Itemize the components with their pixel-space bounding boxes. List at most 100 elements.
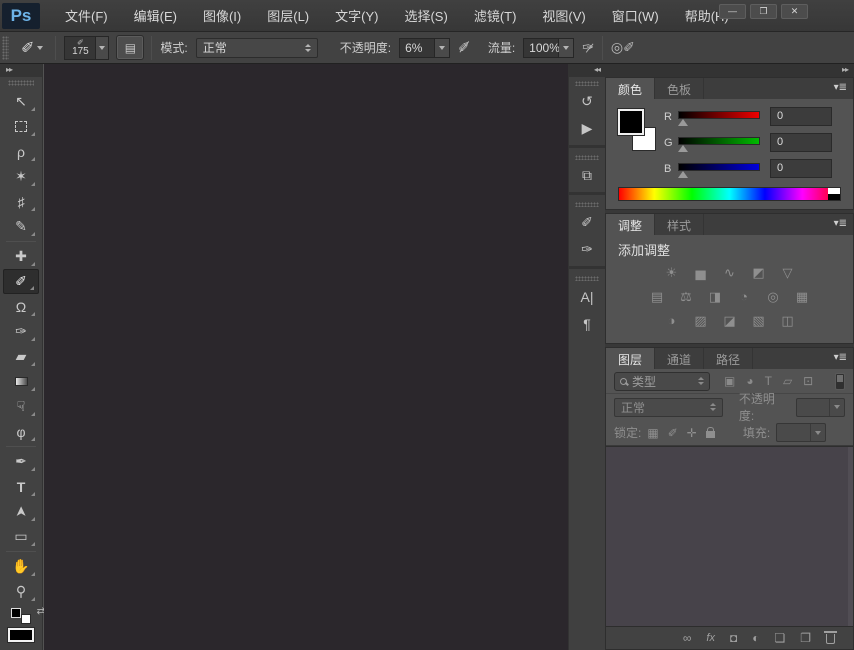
- vibrance-icon[interactable]: ▽: [780, 265, 796, 281]
- slider-thumb[interactable]: [678, 119, 688, 126]
- dodge-tool[interactable]: φ: [3, 419, 39, 444]
- panels-collapse-button[interactable]: ▸▸: [605, 64, 854, 77]
- brush-panel-button[interactable]: ✐: [570, 209, 604, 236]
- slider-thumb[interactable]: [678, 145, 688, 152]
- layer-list-scrollbar[interactable]: [848, 447, 853, 626]
- posterize-icon[interactable]: ▨: [693, 313, 709, 329]
- character-panel-button[interactable]: A|: [570, 283, 604, 310]
- foreground-color-swatch[interactable]: [618, 109, 644, 135]
- toolbox-grip[interactable]: [8, 80, 34, 86]
- layer-opacity-select[interactable]: [796, 398, 845, 417]
- brush-preset-picker[interactable]: ✐ 175: [64, 36, 109, 60]
- move-tool[interactable]: ↖: [3, 89, 39, 114]
- clone-stamp-tool[interactable]: Ω: [3, 294, 39, 319]
- pressure-size-icon[interactable]: ◎✐: [611, 39, 635, 56]
- pen-tool[interactable]: ✒: [3, 449, 39, 474]
- filter-shape-layers-icon[interactable]: ▱: [783, 374, 792, 388]
- color-spectrum-ramp[interactable]: [618, 187, 841, 201]
- hand-tool[interactable]: ✋: [3, 554, 39, 579]
- color-lookup-icon[interactable]: ▦: [794, 289, 810, 305]
- lock-image-icon[interactable]: ✐: [668, 426, 678, 440]
- current-tool-preset[interactable]: ✐: [17, 38, 47, 58]
- hue-saturation-icon[interactable]: ▤: [649, 289, 665, 305]
- tab-swatches[interactable]: 色板: [655, 78, 704, 99]
- magic-wand-tool[interactable]: ✶: [3, 164, 39, 189]
- green-slider[interactable]: [678, 135, 760, 151]
- properties-panel-button[interactable]: ⧉: [570, 162, 604, 189]
- blue-value-field[interactable]: 0: [770, 159, 832, 178]
- gradient-tool[interactable]: [3, 369, 39, 394]
- dock-expand-button[interactable]: ◂◂: [569, 64, 605, 77]
- eyedropper-tool[interactable]: ✎: [3, 214, 39, 239]
- path-selection-tool[interactable]: ➤: [3, 499, 39, 524]
- slider-thumb[interactable]: [678, 171, 688, 178]
- levels-icon[interactable]: ▅: [693, 265, 709, 281]
- actions-panel-button[interactable]: ▶: [570, 115, 604, 142]
- smudge-tool[interactable]: ☟: [3, 394, 39, 419]
- exposure-icon[interactable]: ◩: [751, 265, 767, 281]
- panel-menu-icon[interactable]: ▾≣: [834, 82, 847, 93]
- maximize-button[interactable]: ❐: [750, 4, 777, 19]
- layer-mask-icon[interactable]: ◘: [730, 631, 737, 645]
- layer-blend-mode-select[interactable]: 正常: [614, 398, 723, 417]
- link-layers-icon[interactable]: ∞: [683, 631, 692, 645]
- flow-select[interactable]: 100%: [523, 38, 574, 58]
- dock-grip[interactable]: [575, 202, 599, 207]
- healing-brush-tool[interactable]: ✚: [3, 244, 39, 269]
- brush-presets-panel-button[interactable]: ✑: [570, 236, 604, 263]
- menu-window[interactable]: 窗口(W): [599, 0, 672, 31]
- history-brush-tool[interactable]: ✑: [3, 319, 39, 344]
- marquee-tool[interactable]: [3, 114, 39, 139]
- tab-channels[interactable]: 通道: [655, 348, 704, 369]
- menu-image[interactable]: 图像(I): [190, 0, 254, 31]
- invert-icon[interactable]: ◑: [664, 313, 680, 329]
- toolbox-collapse-button[interactable]: ▸▸: [0, 64, 42, 77]
- brush-preset-dropdown-arrow[interactable]: [96, 36, 109, 60]
- foreground-color-swatch[interactable]: [8, 628, 34, 642]
- history-panel-button[interactable]: ↺: [570, 88, 604, 115]
- new-layer-icon[interactable]: ❐: [800, 631, 811, 645]
- layer-filter-toggle[interactable]: [835, 373, 845, 390]
- flow-dropdown-arrow[interactable]: [559, 38, 574, 58]
- filter-adjustment-layers-icon[interactable]: ◕: [746, 374, 753, 388]
- pressure-opacity-icon[interactable]: ✐̸: [458, 39, 470, 56]
- menu-edit[interactable]: 编辑(E): [121, 0, 190, 31]
- airbrush-icon[interactable]: ✑̷: [582, 39, 594, 56]
- red-slider[interactable]: [678, 109, 760, 125]
- layer-fill-select[interactable]: [776, 423, 826, 442]
- panel-menu-icon[interactable]: ▾≣: [834, 218, 847, 229]
- layer-filter-type-select[interactable]: 类型: [614, 372, 710, 391]
- threshold-icon[interactable]: ◪: [722, 313, 738, 329]
- close-button[interactable]: ✕: [781, 4, 808, 19]
- channel-mixer-icon[interactable]: ◎: [765, 289, 781, 305]
- delete-layer-icon[interactable]: [826, 634, 835, 644]
- tab-color[interactable]: 颜色: [606, 78, 655, 99]
- menu-select[interactable]: 选择(S): [391, 0, 460, 31]
- blue-slider[interactable]: [678, 161, 760, 177]
- gradient-map-icon[interactable]: ▧: [751, 313, 767, 329]
- photo-filter-icon[interactable]: ◔: [736, 289, 752, 305]
- dock-grip[interactable]: [575, 276, 599, 281]
- green-value-field[interactable]: 0: [770, 133, 832, 152]
- zoom-tool[interactable]: ⚲: [3, 579, 39, 604]
- black-swatch[interactable]: [828, 194, 840, 200]
- blend-mode-select[interactable]: 正常: [196, 38, 318, 58]
- color-balance-icon[interactable]: ⚖: [678, 289, 694, 305]
- layer-style-icon[interactable]: fx: [706, 632, 715, 644]
- tab-paths[interactable]: 路径: [704, 348, 753, 369]
- filter-smart-object-icon[interactable]: ⊡: [803, 374, 813, 388]
- dock-grip[interactable]: [575, 155, 599, 160]
- brush-tool[interactable]: ✐: [3, 269, 39, 294]
- adjustment-layer-icon[interactable]: ◐: [752, 631, 759, 645]
- rectangle-tool[interactable]: ▭: [3, 524, 39, 549]
- dock-grip[interactable]: [575, 81, 599, 86]
- black-white-icon[interactable]: ◨: [707, 289, 723, 305]
- toggle-brush-panel-button[interactable]: ▤: [117, 36, 143, 59]
- opacity-select[interactable]: 6%: [399, 38, 450, 58]
- foreground-background-swatches[interactable]: [618, 109, 656, 153]
- opacity-dropdown-arrow[interactable]: [435, 38, 450, 58]
- default-colors-control[interactable]: ⇄: [11, 608, 31, 624]
- selective-color-icon[interactable]: ◫: [780, 313, 796, 329]
- red-value-field[interactable]: 0: [770, 107, 832, 126]
- paragraph-panel-button[interactable]: ¶: [570, 310, 604, 337]
